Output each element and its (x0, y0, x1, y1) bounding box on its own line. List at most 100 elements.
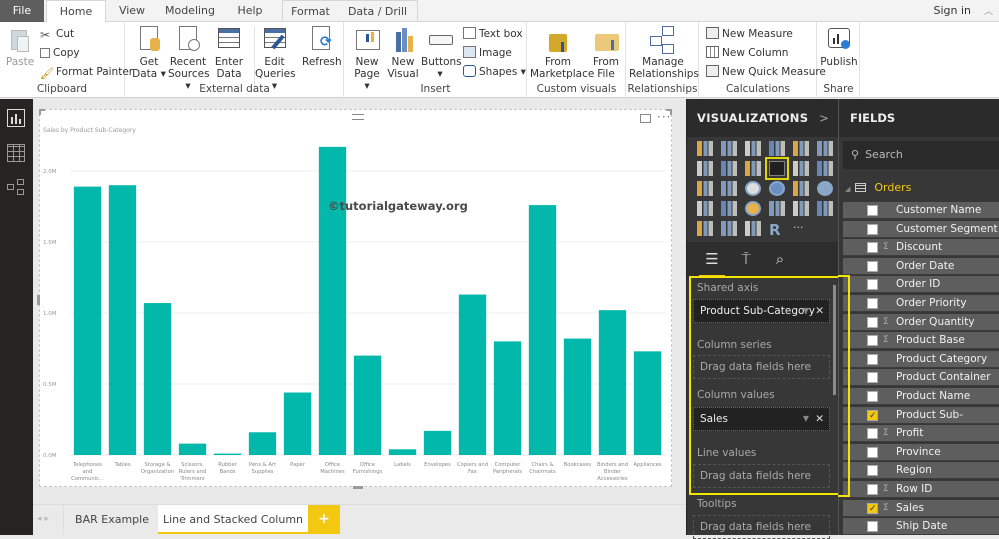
map-icon[interactable] (817, 181, 833, 196)
field-checkbox[interactable] (867, 242, 878, 254)
remove-field-icon[interactable]: ✕ (815, 408, 824, 430)
wells-scrollbar[interactable] (833, 285, 836, 395)
data-view-icon[interactable] (7, 144, 25, 162)
new-column-button[interactable]: New Column (706, 45, 788, 61)
field-item[interactable]: Σ Order Quantity (843, 313, 999, 331)
page-nav-arrows-icon[interactable]: ◂ ▸ (37, 514, 49, 524)
field-item[interactable]: Order Date (843, 257, 999, 275)
field-checkbox[interactable] (867, 391, 878, 402)
bar[interactable] (143, 303, 172, 455)
field-item[interactable]: Product Name (843, 388, 999, 405)
publish-button[interactable]: Publish (820, 26, 858, 68)
table-orders[interactable]: ◢ Orders (845, 181, 911, 194)
bar[interactable] (388, 449, 417, 455)
bar[interactable] (353, 355, 382, 455)
field-checkbox[interactable] (867, 484, 878, 495)
format-painter-button[interactable]: 🖌 Format Painter (40, 64, 133, 80)
relationships-view-icon[interactable] (7, 179, 25, 197)
new-visual-button[interactable]: New Visual (387, 26, 419, 80)
field-item[interactable]: Ship Date (843, 518, 999, 536)
line-clustered-column-icon[interactable] (793, 161, 809, 176)
field-item[interactable]: Order Priority (843, 295, 999, 312)
cut-button[interactable]: ✂ Cut (40, 26, 74, 42)
field-item[interactable]: Product Container (843, 369, 999, 387)
100-stacked-column-icon[interactable] (817, 141, 833, 156)
shared-axis-well[interactable]: Product Sub-Category ▼ ✕ (693, 299, 830, 323)
bar[interactable] (423, 430, 452, 455)
remove-field-icon[interactable]: ✕ (815, 300, 824, 322)
from-marketplace-button[interactable]: From Marketplace (530, 26, 594, 80)
column-series-well[interactable]: Drag data fields here (693, 355, 830, 379)
fields-tab-icon[interactable]: ☰ (699, 248, 725, 278)
bar[interactable] (108, 185, 137, 455)
field-item[interactable]: Order ID (843, 276, 999, 294)
format-paintroller-icon[interactable]: ⍑ (735, 248, 757, 270)
from-file-button[interactable]: From File (590, 26, 622, 80)
field-item[interactable]: Customer Name (843, 202, 999, 219)
analytics-magnifier-icon[interactable]: ⌕ (769, 248, 791, 270)
collapse-ribbon-icon[interactable]: ︿ (984, 4, 993, 17)
field-item[interactable]: Product Category (843, 350, 999, 368)
slicer-icon[interactable] (697, 221, 713, 236)
collapse-triangle-icon[interactable]: ◢ (845, 185, 850, 193)
field-item[interactable]: Σ Discount (843, 239, 999, 257)
add-page-button[interactable]: + (308, 505, 340, 534)
tab-modeling[interactable]: Modeling (158, 0, 222, 22)
bar[interactable] (178, 443, 207, 455)
tab-view[interactable]: View (110, 0, 154, 22)
stacked-area-icon[interactable] (745, 161, 761, 176)
r-script-icon[interactable]: R (769, 221, 785, 239)
image-button[interactable]: Image (463, 45, 512, 61)
field-checkbox[interactable] (867, 298, 878, 309)
clustered-column-icon[interactable] (769, 141, 785, 156)
sign-in-link[interactable]: Sign in (933, 0, 971, 22)
field-item[interactable]: Σ Profit (843, 425, 999, 443)
copy-button[interactable]: Copy (40, 45, 80, 61)
bar[interactable] (528, 205, 557, 455)
get-data-button[interactable]: Get Data ▾ (132, 26, 166, 80)
expand-chevron-icon[interactable]: > (819, 99, 829, 137)
tab-home[interactable]: Home (46, 0, 106, 23)
paste-button[interactable]: Paste (4, 26, 36, 68)
field-item[interactable]: Region (843, 462, 999, 480)
funnel-icon[interactable] (721, 201, 737, 216)
manage-relationships-button[interactable]: Manage Relationships (629, 26, 699, 80)
bar[interactable] (563, 338, 592, 455)
tab-file[interactable]: File (0, 0, 44, 22)
field-checkbox[interactable] (867, 372, 878, 384)
scatter-icon[interactable] (721, 181, 737, 196)
refresh-button[interactable]: ⟳ Refresh (302, 26, 342, 68)
buttons-button[interactable]: Buttons ▾ (421, 26, 462, 80)
treemap-icon[interactable] (793, 181, 809, 196)
fields-search-input[interactable]: ⚲ Search (843, 141, 999, 169)
bar[interactable] (73, 186, 102, 455)
bar[interactable] (283, 392, 312, 455)
field-checkbox[interactable] (867, 223, 878, 235)
filled-map-icon[interactable] (697, 201, 713, 216)
more-visuals-icon[interactable]: ··· (793, 221, 809, 236)
waterfall-icon[interactable] (697, 181, 713, 196)
field-checkbox[interactable] (867, 316, 878, 328)
field-item[interactable]: ΣProduct Base Margin (843, 332, 999, 363)
bar[interactable] (248, 432, 277, 455)
line-values-well[interactable]: Drag data fields here (693, 464, 830, 488)
field-checkbox[interactable] (867, 353, 878, 365)
new-measure-button[interactable]: New Measure (706, 26, 793, 42)
field-checkbox[interactable] (867, 335, 878, 347)
field-checkbox[interactable] (867, 260, 878, 272)
tab-data-drill[interactable]: Data / Drill (338, 0, 418, 22)
field-checkbox[interactable] (867, 408, 878, 425)
field-checkbox[interactable] (867, 521, 878, 533)
kpi-icon[interactable] (817, 201, 833, 216)
line-stacked-column-icon[interactable] (765, 157, 789, 180)
bar[interactable] (633, 351, 662, 455)
clustered-bar-icon[interactable] (745, 141, 761, 156)
bar[interactable] (598, 310, 627, 455)
dropdown-icon[interactable]: ▼ (803, 408, 809, 430)
tooltips-well[interactable]: Drag data fields here (693, 515, 830, 539)
ribbon-chart-icon[interactable] (817, 161, 833, 176)
field-checkbox[interactable] (867, 465, 878, 477)
matrix-icon[interactable] (745, 221, 761, 236)
pie-icon[interactable] (745, 181, 761, 196)
field-item[interactable]: Σ Row ID (843, 481, 999, 498)
